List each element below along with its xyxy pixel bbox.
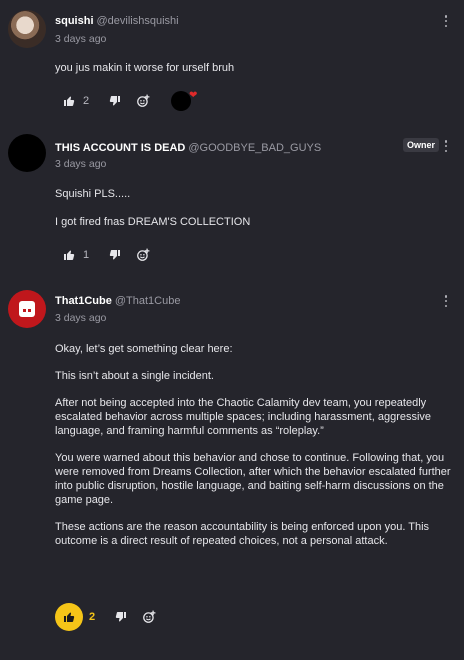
- comment-body: Okay, let’s get something clear here: Th…: [55, 342, 455, 557]
- comment-text: You were warned about this behavior and …: [55, 452, 451, 506]
- more-vertical-icon[interactable]: [440, 14, 452, 28]
- timestamp: 3 days ago: [55, 312, 107, 324]
- comment-header: THIS ACCOUNT IS DEAD @GOODBYE_BAD_GUYS: [55, 142, 321, 154]
- comment-text: Okay, let’s get something clear here:: [55, 343, 233, 355]
- more-vertical-icon[interactable]: [440, 294, 452, 308]
- comment-text: I got fired fnas DREAM'S COLLECTION: [55, 216, 251, 228]
- dislike-button[interactable]: [101, 90, 129, 112]
- owner-badge: Owner: [403, 138, 440, 152]
- emoji-add-icon: [143, 610, 156, 623]
- comment-body: you jus makin it worse for urself bruh: [55, 61, 455, 84]
- creator-heart-badge: ❤: [169, 89, 203, 113]
- like-button[interactable]: [55, 90, 83, 112]
- comment-text: After not being accepted into the Chaoti…: [55, 397, 432, 437]
- react-button[interactable]: [129, 90, 157, 112]
- avatar[interactable]: [8, 10, 46, 48]
- react-button[interactable]: [129, 244, 157, 266]
- thumbs-up-icon: [64, 612, 75, 622]
- thumbs-up-icon: [64, 250, 75, 260]
- author-handle: @GOODBYE_BAD_GUYS: [188, 142, 322, 154]
- author-name[interactable]: THIS ACCOUNT IS DEAD: [55, 142, 185, 154]
- thumbs-down-icon: [109, 250, 120, 260]
- comment-header: squishi @devilishsquishi: [55, 15, 179, 27]
- thumbs-up-icon: [64, 96, 75, 106]
- comment-actions: 2: [55, 603, 163, 631]
- comment-dead-account: THIS ACCOUNT IS DEAD @GOODBYE_BAD_GUYS Ow…: [0, 124, 464, 274]
- comment-that1cube: That1Cube @That1Cube 3 days ago Okay, let…: [0, 274, 464, 660]
- react-button[interactable]: [135, 606, 163, 628]
- heart-icon: ❤: [189, 90, 198, 101]
- comment-body: Squishi PLS..... I got fired fnas DREAM'…: [55, 187, 455, 238]
- dislike-button[interactable]: [107, 606, 135, 628]
- creator-avatar: [171, 91, 191, 111]
- author-handle: @devilishsquishi: [96, 15, 179, 27]
- comment-text: Squishi PLS.....: [55, 188, 131, 200]
- comment-text: This isn’t about a single incident.: [55, 370, 214, 382]
- more-vertical-icon[interactable]: [440, 139, 452, 153]
- comment-squishi: squishi @devilishsquishi 3 days ago you j…: [0, 0, 464, 124]
- comment-text: you jus makin it worse for urself bruh: [55, 62, 235, 74]
- author-name[interactable]: squishi: [55, 15, 94, 27]
- avatar[interactable]: [8, 290, 46, 328]
- author-name[interactable]: That1Cube: [55, 295, 112, 307]
- like-count: 2: [83, 95, 90, 107]
- thumbs-down-icon: [109, 96, 120, 106]
- timestamp: 3 days ago: [55, 33, 107, 45]
- thumbs-down-icon: [115, 612, 126, 622]
- author-handle: @That1Cube: [114, 295, 181, 307]
- avatar[interactable]: [8, 134, 46, 172]
- cube-face-icon: [19, 301, 35, 317]
- comment-actions: 2 ❤: [55, 90, 203, 112]
- emoji-add-icon: [137, 248, 150, 261]
- emoji-add-icon: [137, 94, 150, 107]
- like-count: 1: [83, 249, 90, 261]
- comment-text: These actions are the reason accountabil…: [55, 521, 430, 547]
- comment-header: That1Cube @That1Cube: [55, 295, 180, 307]
- like-button[interactable]: [55, 603, 83, 631]
- dislike-button[interactable]: [101, 244, 129, 266]
- like-button[interactable]: [55, 244, 83, 266]
- timestamp: 3 days ago: [55, 158, 107, 170]
- like-count: 2: [89, 611, 96, 623]
- comment-actions: 1: [55, 244, 157, 266]
